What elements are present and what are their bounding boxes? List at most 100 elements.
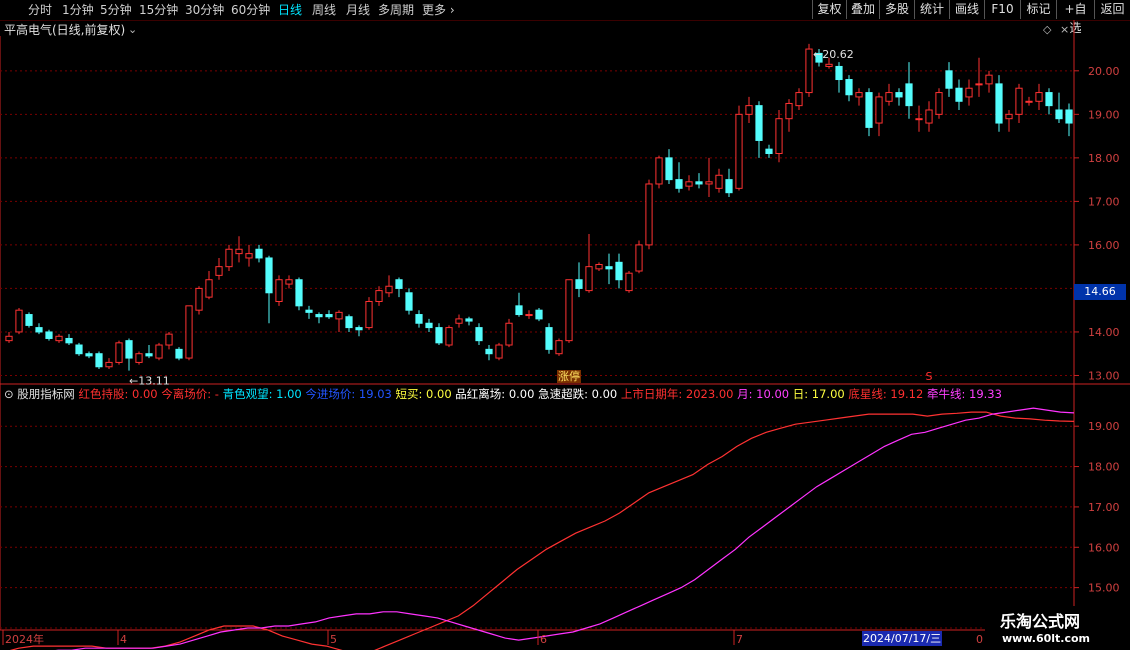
candle-body-37 bbox=[375, 290, 383, 302]
candle-body-92 bbox=[925, 109, 933, 124]
diamond-icon: ◇ bbox=[1043, 23, 1052, 36]
candle-body-97 bbox=[975, 83, 983, 86]
ind-tick-label-0: 19.00 bbox=[1088, 420, 1120, 433]
candle-body-84 bbox=[845, 79, 853, 96]
candle-body-51 bbox=[515, 305, 523, 316]
candle-body-94 bbox=[945, 70, 953, 89]
watermark-url: www.60lt.com bbox=[1002, 632, 1091, 645]
candle-body-82 bbox=[825, 63, 833, 67]
price-tick-label-4: 16.00 bbox=[1088, 239, 1120, 252]
candle-body-40 bbox=[405, 292, 413, 311]
candle-body-105 bbox=[1055, 109, 1063, 120]
candle-body-13 bbox=[135, 353, 143, 363]
candle-body-79 bbox=[795, 92, 803, 107]
candle-body-78 bbox=[785, 102, 793, 120]
candle-body-63 bbox=[635, 244, 643, 272]
candle-body-22 bbox=[225, 248, 233, 268]
candle-body-8 bbox=[85, 353, 93, 357]
candle-body-75 bbox=[755, 105, 763, 141]
candle-body-24 bbox=[245, 253, 253, 259]
candle-body-67 bbox=[675, 179, 683, 189]
candle-body-19 bbox=[195, 287, 203, 311]
sell-signal-badge: S bbox=[926, 370, 933, 383]
ind-tick-label-3: 16.00 bbox=[1088, 541, 1120, 554]
candle-body-7 bbox=[75, 344, 83, 355]
candle-body-91 bbox=[915, 118, 923, 121]
candle-body-73 bbox=[735, 113, 743, 189]
price-tick-label-1: 19.00 bbox=[1088, 108, 1120, 121]
current-price-tag: 14.66 bbox=[1074, 284, 1126, 300]
candle-body-102 bbox=[1025, 100, 1033, 103]
watermark-title: 乐淘公式网 bbox=[1000, 612, 1081, 631]
candle-body-15 bbox=[155, 344, 163, 359]
candle-body-29 bbox=[295, 279, 303, 307]
candle-body-12 bbox=[125, 340, 133, 359]
candle-body-46 bbox=[465, 318, 473, 322]
candle-body-47 bbox=[475, 327, 483, 342]
candle-body-27 bbox=[275, 279, 283, 302]
candle-body-104 bbox=[1045, 92, 1053, 107]
candle-body-62 bbox=[625, 272, 633, 292]
candle-body-18 bbox=[185, 305, 193, 359]
candle-body-93 bbox=[935, 92, 943, 115]
time-label-tail: 0 bbox=[976, 633, 983, 646]
candle-body-52 bbox=[525, 314, 533, 317]
candle-body-43 bbox=[435, 327, 443, 344]
ind-tick-label-4: 15.00 bbox=[1088, 582, 1120, 595]
candle-body-103 bbox=[1035, 92, 1043, 102]
candle-body-9 bbox=[95, 353, 103, 368]
time-label-1: 4 bbox=[120, 633, 127, 646]
candle-body-4 bbox=[45, 331, 53, 339]
candle-body-59 bbox=[595, 263, 603, 270]
candle-body-68 bbox=[685, 181, 693, 187]
candle-body-31 bbox=[315, 314, 323, 318]
candle-body-64 bbox=[645, 183, 653, 246]
price-tick-label-6: 14.00 bbox=[1088, 326, 1120, 339]
candle-body-86 bbox=[865, 92, 873, 128]
ind-tick-label-1: 18.00 bbox=[1088, 461, 1120, 474]
candle-body-39 bbox=[395, 279, 403, 289]
candle-body-10 bbox=[105, 361, 113, 368]
candle-body-89 bbox=[895, 92, 903, 98]
ind-tick-label-2: 17.00 bbox=[1088, 501, 1120, 514]
high-price-label: ←20.62 bbox=[813, 48, 854, 61]
candle-body-33 bbox=[335, 311, 343, 320]
candle-body-90 bbox=[905, 83, 913, 107]
candle-body-56 bbox=[565, 279, 573, 342]
magenta-line bbox=[55, 407, 1075, 650]
chart-canvas[interactable]: 20.00 19.00 18.00 17.00 16.00 15.00 14.00 13.00… bbox=[0, 0, 1130, 650]
candle-body-71 bbox=[715, 174, 723, 189]
candle-body-88 bbox=[885, 92, 893, 102]
limit-up-badge: 涨停 bbox=[558, 369, 580, 383]
time-label-4: 7 bbox=[736, 633, 743, 646]
candle-body-45 bbox=[455, 318, 463, 324]
candle-body-87 bbox=[875, 96, 883, 124]
candle-body-55 bbox=[555, 340, 563, 355]
candle-body-14 bbox=[145, 353, 153, 357]
candle-body-21 bbox=[215, 266, 223, 276]
candle-body-38 bbox=[385, 285, 393, 294]
candle-body-54 bbox=[545, 327, 553, 350]
candle-body-61 bbox=[615, 261, 623, 281]
chevron-down-icon: ⌄ bbox=[128, 23, 137, 36]
candle-body-70 bbox=[705, 181, 713, 185]
close-icon: × bbox=[1060, 23, 1069, 36]
candle-body-25 bbox=[255, 248, 263, 259]
candle-body-36 bbox=[365, 300, 373, 329]
candle-body-16 bbox=[165, 333, 173, 346]
candle-body-76 bbox=[765, 148, 773, 155]
candle-body-83 bbox=[835, 65, 843, 81]
red-line bbox=[9, 411, 1075, 650]
candle-body-50 bbox=[505, 322, 513, 346]
candle-body-53 bbox=[535, 309, 543, 320]
candle-body-30 bbox=[305, 309, 313, 313]
candle-body-17 bbox=[175, 348, 183, 359]
candle-body-85 bbox=[855, 92, 863, 98]
candle-body-28 bbox=[285, 279, 293, 285]
candle-body-41 bbox=[415, 314, 423, 324]
candle-body-6 bbox=[65, 337, 73, 344]
price-tick-label-7: 13.00 bbox=[1088, 369, 1120, 382]
time-label-0: 2024年 bbox=[5, 632, 44, 646]
candle-body-57 bbox=[575, 279, 583, 289]
candle-body-35 bbox=[355, 327, 363, 331]
